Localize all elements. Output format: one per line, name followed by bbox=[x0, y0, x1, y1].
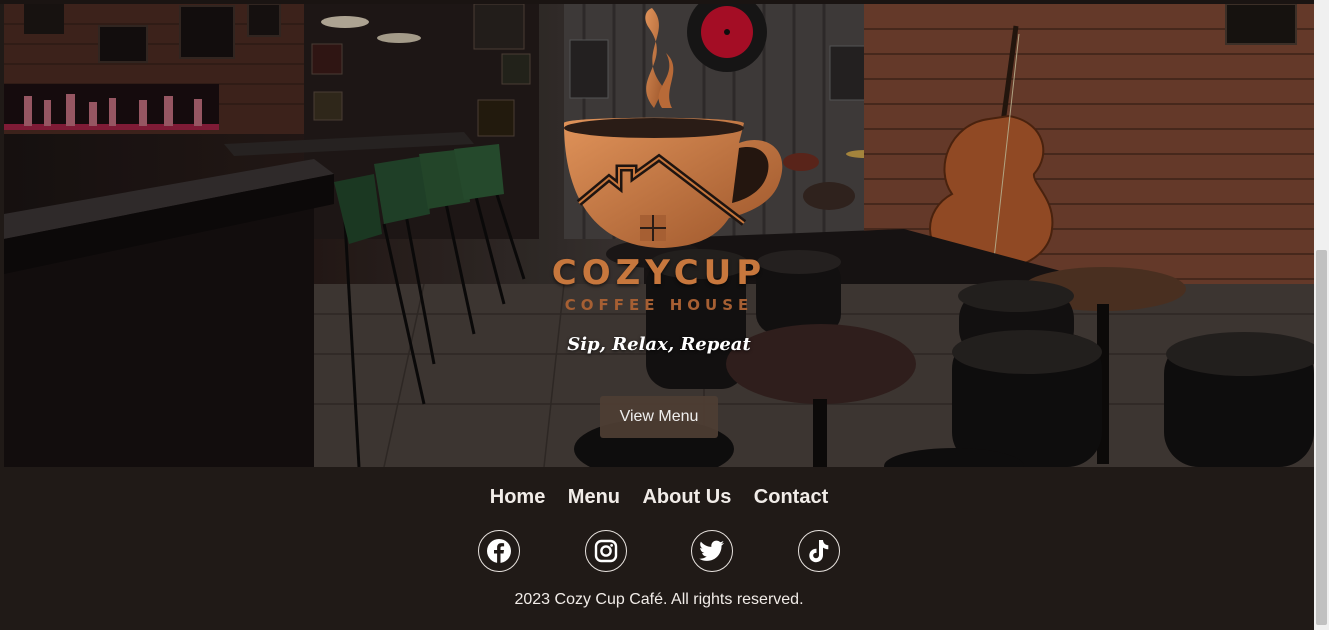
twitter-link[interactable] bbox=[691, 530, 733, 572]
copyright-text: 2023 Cozy Cup Café. All rights reserved. bbox=[514, 591, 804, 608]
tiktok-link[interactable] bbox=[798, 530, 840, 572]
nav-link-about-us[interactable]: About Us bbox=[642, 486, 731, 509]
nav-link-contact[interactable]: Contact bbox=[754, 486, 828, 509]
brand-name: COZYCUP bbox=[551, 253, 767, 293]
social-links bbox=[4, 530, 1314, 574]
hero-section: COZYCUP COFFEE HOUSE Sip, Relax, Repeat … bbox=[4, 4, 1314, 467]
instagram-icon bbox=[594, 539, 618, 563]
vertical-scrollbar-thumb[interactable] bbox=[1316, 250, 1327, 625]
view-menu-button[interactable]: View Menu bbox=[600, 396, 718, 438]
twitter-icon bbox=[699, 540, 724, 561]
nav-link-home[interactable]: Home bbox=[490, 486, 546, 509]
brand-subtitle: COFFEE HOUSE bbox=[564, 296, 754, 314]
nav-link-menu[interactable]: Menu bbox=[568, 486, 620, 509]
facebook-link[interactable] bbox=[478, 530, 520, 572]
tiktok-icon bbox=[809, 540, 829, 563]
footer-nav: Home Menu About Us Contact bbox=[4, 486, 1314, 509]
instagram-link[interactable] bbox=[585, 530, 627, 572]
hero-tagline: Sip, Relax, Repeat bbox=[567, 334, 751, 355]
site-footer: Home Menu About Us Contact 2023 Cozy Cup… bbox=[4, 467, 1314, 630]
facebook-icon bbox=[487, 539, 511, 563]
